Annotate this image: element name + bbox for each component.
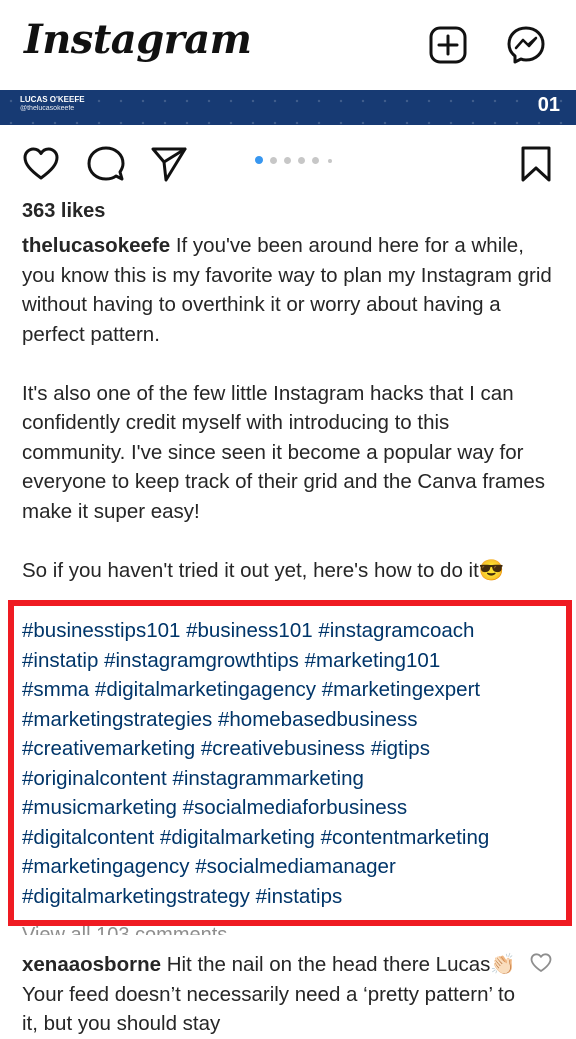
hashtag-link[interactable]: #business101: [186, 619, 313, 642]
carousel-dot-active: [255, 156, 263, 164]
caption-username[interactable]: thelucasokeefe: [22, 234, 170, 257]
caption-paragraph-2: It's also one of the few little Instagra…: [22, 381, 546, 523]
hashtag-link[interactable]: #marketingstrategies: [22, 708, 212, 731]
post-caption: thelucasokeefe If you've been around her…: [22, 231, 558, 585]
hashtag-link[interactable]: #marketing101: [305, 649, 441, 672]
slide-number: 01: [537, 94, 560, 116]
hashtag-link[interactable]: #musicmarketing: [22, 796, 177, 819]
messenger-icon[interactable]: [506, 25, 546, 65]
hashtag-link[interactable]: #businesstips101: [22, 619, 180, 642]
hashtag-line: #marketingstrategies #homebasedbusiness: [22, 705, 558, 735]
comment: xenaaosborne Hit the nail on the head th…: [22, 950, 522, 1039]
view-all-comments-link[interactable]: View all 103 comments: [22, 917, 227, 935]
hashtag-link[interactable]: #instagramcoach: [318, 619, 474, 642]
hashtag-link[interactable]: #digitalmarketingstrategy: [22, 885, 250, 908]
hashtag-link[interactable]: #digitalmarketingagency: [95, 678, 316, 701]
comment-icon[interactable]: [87, 145, 125, 183]
hashtag-line: #digitalmarketingstrategy #instatips: [22, 882, 558, 912]
image-author-name: LUCAS O'KEEFE: [20, 95, 85, 104]
heart-icon[interactable]: [22, 145, 60, 183]
carousel-dot: [312, 157, 319, 164]
carousel-dot: [298, 157, 305, 164]
hashtag-line: #smma #digitalmarketingagency #marketing…: [22, 675, 558, 705]
hashtag-line: #digitalcontent #digitalmarketing #conte…: [22, 823, 558, 853]
carousel-dot: [328, 159, 332, 163]
hashtag-link[interactable]: #homebasedbusiness: [218, 708, 417, 731]
caption-paragraph-1: thelucasokeefe If you've been around her…: [22, 231, 558, 349]
hashtag-line: #businesstips101 #business101 #instagram…: [22, 616, 558, 646]
comment-username[interactable]: xenaaosborne: [22, 953, 161, 976]
caption-paragraph-3: So if you haven't tried it out yet, here…: [22, 558, 505, 582]
hashtag-link[interactable]: #creativebusiness: [201, 737, 365, 760]
hashtag-link[interactable]: #marketingagency: [22, 855, 190, 878]
image-author-handle: @thelucasokeefe: [20, 105, 75, 112]
post-actions: [0, 135, 576, 190]
hashtag-link[interactable]: #digitalcontent: [22, 826, 154, 849]
hashtag-line: #marketingagency #socialmediamanager: [22, 852, 558, 882]
likes-count[interactable]: 363 likes: [22, 200, 105, 223]
post-image[interactable]: LUCAS O'KEEFE @thelucasokeefe 01: [0, 90, 576, 125]
hashtag-link[interactable]: #socialmediaforbusiness: [183, 796, 407, 819]
carousel-dot: [270, 157, 277, 164]
hashtag-link[interactable]: #originalcontent: [22, 767, 167, 790]
plus-square-icon[interactable]: [428, 25, 468, 65]
carousel-dot: [284, 157, 291, 164]
hashtag-link[interactable]: #instatips: [256, 885, 343, 908]
hashtag-link[interactable]: #contentmarketing: [321, 826, 490, 849]
send-icon[interactable]: [150, 145, 188, 183]
hashtag-link[interactable]: #socialmediamanager: [195, 855, 396, 878]
hashtag-link[interactable]: #digitalmarketing: [160, 826, 315, 849]
hashtag-list: #businesstips101 #business101 #instagram…: [22, 616, 558, 911]
hashtag-line: #instatip #instagramgrowthtips #marketin…: [22, 646, 558, 676]
hashtag-link[interactable]: #instatip: [22, 649, 98, 672]
hashtag-link[interactable]: #marketingexpert: [322, 678, 480, 701]
hashtag-link[interactable]: #smma: [22, 678, 89, 701]
hashtag-link[interactable]: #igtips: [371, 737, 430, 760]
hashtag-link[interactable]: #instagramgrowthtips: [104, 649, 299, 672]
hashtag-link[interactable]: #creativemarketing: [22, 737, 195, 760]
hashtag-link[interactable]: #instagrammarketing: [172, 767, 363, 790]
hashtag-line: #originalcontent #instagrammarketing: [22, 764, 558, 794]
instagram-logo[interactable]: Instagram: [24, 16, 252, 63]
hashtag-line: #musicmarketing #socialmediaforbusiness: [22, 793, 558, 823]
bookmark-icon[interactable]: [517, 145, 555, 183]
hashtag-line: #creativemarketing #creativebusiness #ig…: [22, 734, 558, 764]
comment-like-icon[interactable]: [530, 952, 552, 974]
top-bar: Instagram: [0, 0, 576, 90]
